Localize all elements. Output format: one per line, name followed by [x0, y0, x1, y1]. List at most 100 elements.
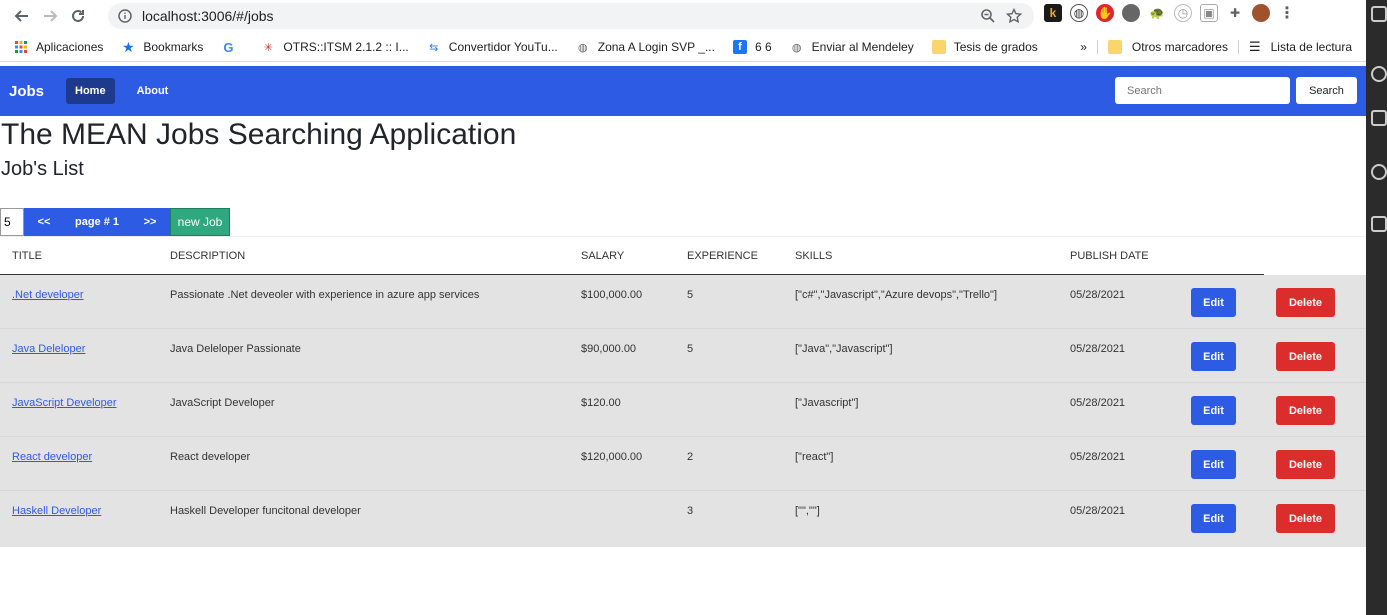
- job-date: 05/28/2021: [1070, 451, 1126, 463]
- edit-button[interactable]: Edit: [1191, 450, 1236, 479]
- job-description: JavaScript Developer: [170, 397, 275, 409]
- edit-button[interactable]: Edit: [1191, 288, 1236, 317]
- job-experience: 2: [687, 451, 694, 463]
- edit-button[interactable]: Edit: [1191, 342, 1236, 371]
- page-label: page # 1: [64, 208, 130, 236]
- job-description: React developer: [170, 451, 251, 463]
- job-title-link[interactable]: JavaScript Developer: [12, 397, 117, 409]
- folder-icon: [1107, 40, 1122, 54]
- files-icon[interactable]: [1371, 6, 1387, 22]
- bookmark-apps[interactable]: Aplicaciones: [14, 40, 103, 54]
- bookmark-google[interactable]: G: [221, 39, 243, 55]
- job-title-link[interactable]: Haskell Developer: [12, 505, 101, 517]
- next-page-button[interactable]: >>: [130, 208, 170, 236]
- delete-button[interactable]: Delete: [1276, 288, 1335, 317]
- table-row: React developer React developer $120,000…: [0, 437, 1366, 491]
- search-input[interactable]: [1115, 77, 1290, 104]
- job-date: 05/28/2021: [1070, 397, 1126, 409]
- turtle-extension-icon[interactable]: 🐢: [1148, 4, 1166, 22]
- brand[interactable]: Jobs: [9, 83, 44, 100]
- nav-home[interactable]: Home: [66, 78, 115, 104]
- globe-extension-icon[interactable]: ◍: [1070, 4, 1088, 22]
- chrome-divider: [0, 61, 1366, 62]
- table-row: JavaScript Developer JavaScript Develope…: [0, 383, 1366, 437]
- job-skills: ["Java","Javascript"]: [795, 343, 893, 355]
- bookmark-label: Bookmarks: [143, 40, 204, 54]
- adblock-icon[interactable]: ✋: [1096, 4, 1114, 22]
- edit-button[interactable]: Edit: [1191, 396, 1236, 425]
- bookmark-zona-a[interactable]: ◍ Zona A Login SVP _...: [576, 40, 715, 54]
- new-job-button[interactable]: new Job: [170, 208, 230, 236]
- job-description: Haskell Developer funcitonal developer: [170, 505, 361, 517]
- zoom-icon[interactable]: [980, 8, 996, 24]
- delete-button[interactable]: Delete: [1276, 450, 1335, 479]
- timer-extension-icon[interactable]: ◷: [1174, 4, 1192, 22]
- bookmark-youtube-converter[interactable]: ⇆ Convertidor YouTu...: [427, 40, 558, 54]
- search-button[interactable]: Search: [1296, 77, 1357, 104]
- prev-page-button[interactable]: <<: [24, 208, 64, 236]
- extensions-icon[interactable]: [1371, 216, 1387, 232]
- job-title-link[interactable]: React developer: [12, 451, 92, 463]
- bookmark-label: Enviar al Mendeley: [811, 40, 914, 54]
- jobs-table-body: .Net developer Passionate .Net deveoler …: [0, 275, 1366, 547]
- chrome-menu-icon[interactable]: ⋮: [1278, 4, 1296, 22]
- job-title-link[interactable]: .Net developer: [12, 289, 84, 301]
- k-extension-icon[interactable]: k: [1044, 4, 1062, 22]
- side-panel: [1366, 0, 1387, 615]
- bookmark-bookmarks[interactable]: ★ Bookmarks: [121, 38, 204, 55]
- job-title-link[interactable]: Java Deleloper: [12, 343, 85, 355]
- bookmark-tesis[interactable]: Tesis de grados: [931, 40, 1038, 54]
- job-experience: 5: [687, 289, 694, 301]
- screen-extension-icon[interactable]: ▣: [1200, 4, 1218, 22]
- job-salary: $120,000.00: [581, 451, 643, 463]
- profile-avatar[interactable]: [1252, 4, 1270, 22]
- bookmark-divider: [1096, 40, 1098, 54]
- bookmark-label: Convertidor YouTu...: [448, 40, 558, 54]
- url-text: localhost:3006/#/jobs: [142, 8, 274, 24]
- reading-list[interactable]: Lista de lectura: [1271, 40, 1352, 54]
- bookmarks-overflow-icon[interactable]: »: [1080, 40, 1087, 54]
- facebook-icon: f: [732, 40, 747, 54]
- source-control-icon[interactable]: [1371, 110, 1387, 126]
- forward-icon[interactable]: [36, 2, 64, 30]
- delete-button[interactable]: Delete: [1276, 342, 1335, 371]
- extensions-puzzle-icon[interactable]: ✚: [1226, 4, 1244, 22]
- reading-list-icon: ☰: [1248, 39, 1261, 54]
- bookmark-otrs[interactable]: ✳ OTRS::ITSM 2.1.2 :: I...: [261, 40, 409, 54]
- header-salary: SALARY: [581, 250, 625, 262]
- page-size-input[interactable]: [0, 208, 24, 236]
- edit-button[interactable]: Edit: [1191, 504, 1236, 533]
- bookmark-label: 6 6: [754, 40, 772, 54]
- info-icon[interactable]: [118, 9, 132, 23]
- header-description: DESCRIPTION: [170, 250, 246, 262]
- header-title: TITLE: [12, 250, 42, 262]
- star-icon: ★: [122, 38, 135, 55]
- bookmark-label: Aplicaciones: [36, 40, 104, 54]
- bookmark-label: Zona A Login SVP _...: [597, 40, 715, 54]
- google-icon: G: [223, 39, 234, 55]
- reload-icon[interactable]: [64, 2, 92, 30]
- pager: << page # 1 >> new Job: [0, 208, 230, 236]
- header-skills: SKILLS: [795, 250, 833, 262]
- bookmark-mendeley[interactable]: ◍ Enviar al Mendeley: [790, 40, 914, 54]
- table-row: Java Deleloper Java Deleloper Passionate…: [0, 329, 1366, 383]
- browser-toolbar: localhost:3006/#/jobs k ◍ ✋ 🐢 ◷ ▣ ✚ ⋮: [0, 0, 1366, 32]
- star-icon[interactable]: [1006, 8, 1022, 24]
- nav-about[interactable]: About: [128, 78, 178, 104]
- delete-button[interactable]: Delete: [1276, 504, 1335, 533]
- address-bar[interactable]: localhost:3006/#/jobs: [108, 3, 1034, 29]
- back-icon[interactable]: [8, 2, 36, 30]
- delete-button[interactable]: Delete: [1276, 396, 1335, 425]
- circle-extension-icon[interactable]: [1122, 4, 1140, 22]
- other-bookmarks[interactable]: Otros marcadores: [1132, 40, 1228, 54]
- table-row: Haskell Developer Haskell Developer func…: [0, 491, 1366, 545]
- bookmark-divider: [1237, 40, 1239, 54]
- bookmark-facebook[interactable]: f 6 6: [732, 40, 772, 54]
- job-salary: $90,000.00: [581, 343, 637, 355]
- debug-icon[interactable]: [1371, 164, 1387, 180]
- job-skills: ["c#","Javascript","Azure devops","Trell…: [795, 289, 998, 301]
- search-icon[interactable]: [1371, 66, 1387, 82]
- job-experience: 5: [687, 343, 694, 355]
- job-date: 05/28/2021: [1070, 505, 1126, 517]
- bookmark-label: Tesis de grados: [953, 40, 1038, 54]
